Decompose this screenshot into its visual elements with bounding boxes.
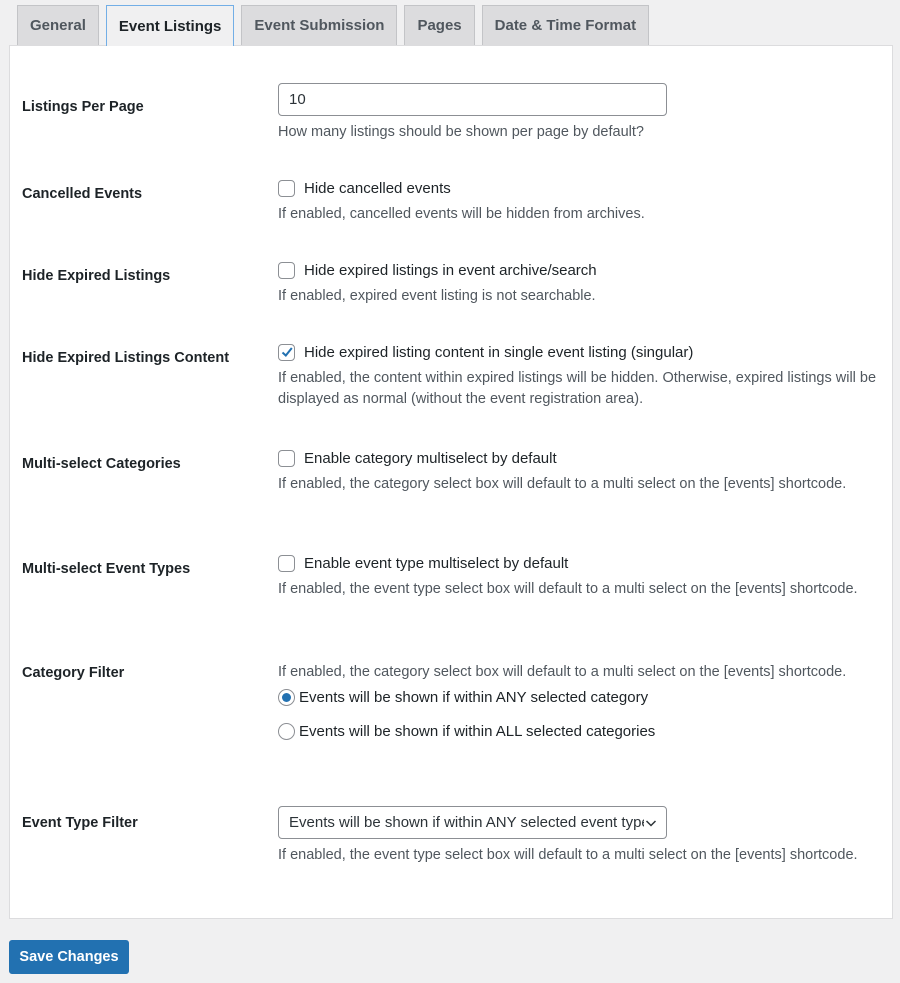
checkbox-label[interactable]: Enable category multiselect by default <box>304 450 557 467</box>
tab-pages[interactable]: Pages <box>404 5 475 45</box>
checkbox-label[interactable]: Enable event type multiselect by default <box>304 555 568 572</box>
select-value: Events will be shown if within ANY selec… <box>289 814 644 831</box>
event-type-multiselect-checkbox[interactable] <box>278 554 295 572</box>
tab-general[interactable]: General <box>17 5 99 45</box>
hide-expired-content-checkbox[interactable] <box>278 343 295 361</box>
setting-label: Category Filter <box>22 665 125 681</box>
setting-label: Multi-select Event Types <box>22 561 191 577</box>
tab-event-submission[interactable]: Event Submission <box>241 5 398 45</box>
tab-event-listings[interactable]: Event Listings <box>105 5 235 46</box>
chevron-down-icon <box>645 819 657 827</box>
hide-cancelled-checkbox[interactable] <box>278 179 295 197</box>
setting-description: If enabled, the event type select box wi… <box>278 581 858 597</box>
tab-date-time-format[interactable]: Date & Time Format <box>481 5 650 45</box>
checkbox-label[interactable]: Hide cancelled events <box>304 180 451 197</box>
radio-all[interactable] <box>278 722 295 740</box>
setting-description: If enabled, the category select box will… <box>278 476 847 492</box>
category-multiselect-checkbox[interactable] <box>278 449 295 467</box>
checkbox-label[interactable]: Hide expired listing content in single e… <box>304 344 693 361</box>
setting-description: If enabled, expired event listing is not… <box>278 288 596 304</box>
listings-per-page-input[interactable] <box>278 83 667 116</box>
checkmark-icon <box>281 347 293 357</box>
setting-label: Hide Expired Listings Content <box>22 350 230 366</box>
radio-option-any[interactable]: Events will be shown if within ANY selec… <box>278 686 878 708</box>
settings-tabs: General Event Listings Event Submission … <box>17 5 650 46</box>
setting-label: Event Type Filter <box>22 815 138 831</box>
radio-label[interactable]: Events will be shown if within ANY selec… <box>299 689 648 706</box>
setting-description: If enabled, the content within expired l… <box>278 370 877 407</box>
hide-expired-checkbox[interactable] <box>278 261 295 279</box>
setting-description: How many listings should be shown per pa… <box>278 124 644 140</box>
setting-description: If enabled, the event type select box wi… <box>278 847 858 863</box>
settings-panel: Listings Per Page How many listings shou… <box>9 45 893 919</box>
setting-label: Multi-select Categories <box>22 456 181 472</box>
radio-selected-dot <box>282 692 291 702</box>
setting-label: Hide Expired Listings <box>22 268 171 284</box>
save-changes-button[interactable]: Save Changes <box>9 940 129 974</box>
setting-description: If enabled, cancelled events will be hid… <box>278 206 645 222</box>
radio-option-all[interactable]: Events will be shown if within ALL selec… <box>278 720 878 742</box>
radio-any[interactable] <box>278 688 295 706</box>
setting-description: If enabled, the category select box will… <box>278 664 847 680</box>
setting-label: Cancelled Events <box>22 186 143 202</box>
radio-label[interactable]: Events will be shown if within ALL selec… <box>299 723 655 740</box>
setting-label: Listings Per Page <box>22 99 144 115</box>
event-type-filter-select[interactable]: Events will be shown if within ANY selec… <box>278 806 667 839</box>
checkbox-label[interactable]: Hide expired listings in event archive/s… <box>304 262 597 279</box>
